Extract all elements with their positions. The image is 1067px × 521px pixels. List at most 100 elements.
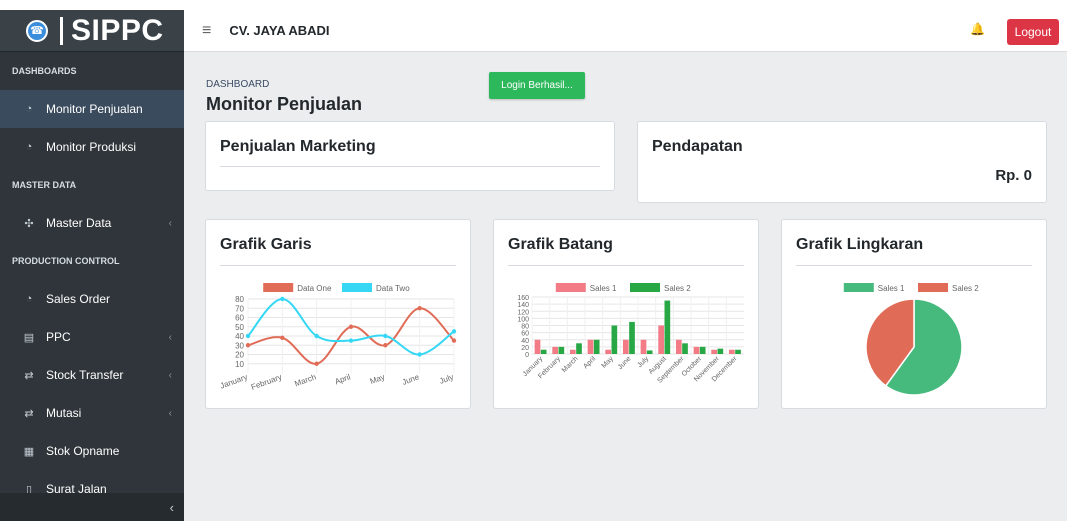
grafik-lingkaran-card: Grafik Lingkaran Sales 1 Sales 2 <box>781 219 1047 409</box>
y-tick-label: 60 <box>235 314 244 323</box>
penjualan-card: Penjualan Marketing <box>205 121 615 191</box>
grafik-batang-card: Grafik Batang Sales 1 Sales 2 0 20 40 60 80 100… <box>493 219 759 409</box>
x-tick-label: June <box>401 372 421 387</box>
brand-separator <box>60 16 63 45</box>
x-tick-label: July <box>438 372 454 385</box>
logout-button[interactable]: Logout <box>1007 19 1059 45</box>
card-divider <box>220 166 600 167</box>
x-tick-label: February <box>250 372 283 391</box>
x-tick-label: July <box>636 355 650 369</box>
y-tick-label: 10 <box>235 360 244 369</box>
y-tick-label: 40 <box>235 332 244 341</box>
chevron-left-icon: ‹ <box>168 217 172 229</box>
sidebar-item-label: Stok Opname <box>46 444 120 458</box>
spreadsheet-icon: ▦ <box>23 445 35 458</box>
bar-2 <box>576 343 582 354</box>
x-tick-label: April <box>582 355 597 370</box>
legend-swatch <box>843 283 874 292</box>
brand-name: SIPPC <box>71 13 164 47</box>
bar-1 <box>675 339 682 354</box>
legend-label: Sales 2 <box>664 284 691 293</box>
penjualan-card-title: Penjualan Marketing <box>220 138 376 155</box>
bar-1 <box>552 346 558 354</box>
card-divider <box>508 265 744 266</box>
sidebar-item-label: Monitor Produksi <box>46 140 137 154</box>
y-tick-label: 20 <box>521 345 529 352</box>
bar-1 <box>711 349 717 354</box>
bar-2 <box>682 343 688 354</box>
sidebar-item-label: Master Data <box>46 216 112 230</box>
bar-1 <box>693 346 700 354</box>
company-name: CV. JAYA ABADI <box>229 23 330 38</box>
sidebar-item-label: Stock Transfer <box>46 368 124 382</box>
x-tick-label: May <box>369 372 386 386</box>
speedometer-icon: ◔ <box>25 293 33 305</box>
series-point <box>417 352 422 357</box>
bar-2 <box>664 300 671 354</box>
bar-2 <box>717 348 724 354</box>
pie-chart: Sales 1 Sales 2 <box>843 283 979 396</box>
chevron-left-icon: ‹ <box>168 407 172 419</box>
puzzle-icon: ✣ <box>24 217 34 230</box>
grafik-garis-title: Grafik Garis <box>220 236 312 253</box>
series-point <box>383 333 388 339</box>
sidebar-item-master-data[interactable]: ✣ Master Data ‹ <box>0 204 184 242</box>
sidebar-section-title: MASTER DATA <box>12 180 77 190</box>
bar-2 <box>611 325 618 354</box>
menu-toggle-icon[interactable]: ≡ <box>202 22 211 40</box>
y-tick-label: 0 <box>525 352 529 359</box>
sidebar-section-title: PRODUCTION CONTROL <box>12 256 120 266</box>
grafik-garis-card: Grafik Garis Data One Data Two 10 20 30 40 50 6… <box>205 219 471 409</box>
series-point <box>280 335 285 341</box>
bar-1 <box>534 339 541 354</box>
top-strip <box>0 0 1067 10</box>
card-divider <box>220 265 456 266</box>
x-tick-label: March <box>561 355 580 374</box>
bar-chart: Sales 1 Sales 2020406080100120140160Janua… <box>517 283 744 385</box>
speedometer-icon: ◔ <box>25 103 33 115</box>
x-tick-label: June <box>617 355 633 371</box>
sidebar-nav: DASHBOARDS ◔ Monitor Penjualan ◔ Monitor Pro… <box>0 52 184 508</box>
legend-label: Data Two <box>376 284 410 293</box>
sidebar-item-stock-transfer[interactable]: ⇄ Stock Transfer ‹ <box>0 356 184 394</box>
bar-2 <box>699 346 706 354</box>
x-tick-label: March <box>293 372 317 388</box>
series-point <box>245 343 251 348</box>
legend-swatch <box>263 283 294 292</box>
brand[interactable]: ☎ SIPPC <box>0 10 184 52</box>
y-tick-label: 80 <box>235 295 244 304</box>
y-tick-label: 60 <box>521 331 529 338</box>
bar-2 <box>540 349 547 354</box>
series-point <box>348 338 354 343</box>
sidebar-item-stok-opname[interactable]: ▦ Stok Opname <box>0 432 184 470</box>
sidebar-item-monitor-penjualan[interactable]: ◔ Monitor Penjualan <box>0 90 184 128</box>
transfer-icon: ⇄ <box>24 369 34 382</box>
pendapatan-card-title: Pendapatan <box>652 138 743 155</box>
bell-icon[interactable]: 🔔 <box>970 22 985 36</box>
document-icon: ▤ <box>23 331 35 344</box>
series-point <box>383 343 388 348</box>
bar-2 <box>558 346 565 354</box>
legend-swatch <box>918 283 948 292</box>
x-tick-label: January <box>219 372 249 390</box>
sidebar-item-ppc[interactable]: ▤ PPC ‹ <box>0 318 184 356</box>
series-point <box>417 306 422 311</box>
legend-label: Data One <box>297 284 332 293</box>
y-tick-label: 70 <box>235 304 244 313</box>
y-tick-label: 20 <box>235 351 244 360</box>
x-tick-label: May <box>601 355 616 370</box>
page-title: Monitor Penjualan <box>206 94 363 114</box>
sidebar-item-mutasi[interactable]: ⇄ Mutasi ‹ <box>0 394 184 432</box>
sidebar: ☎ SIPPC DASHBOARDS ◔ Monitor Penjualan ◔ Mon… <box>0 10 184 521</box>
y-tick-label: 30 <box>235 341 244 350</box>
sidebar-item-label: Mutasi <box>46 406 82 420</box>
sidebar-section-title: DASHBOARDS <box>12 66 77 76</box>
sidebar-item-label: PPC <box>46 330 71 344</box>
sidebar-item-monitor-produksi[interactable]: ◔ Monitor Produksi <box>0 128 184 166</box>
sidebar-item-sales-order[interactable]: ◔ Sales Order <box>0 280 184 318</box>
bar-1 <box>728 349 735 354</box>
sidebar-toggle[interactable]: ‹ <box>0 493 184 521</box>
legend-label: Sales 2 <box>952 284 979 293</box>
bar-1 <box>658 325 664 354</box>
chevron-left-icon: ‹ <box>168 331 172 343</box>
